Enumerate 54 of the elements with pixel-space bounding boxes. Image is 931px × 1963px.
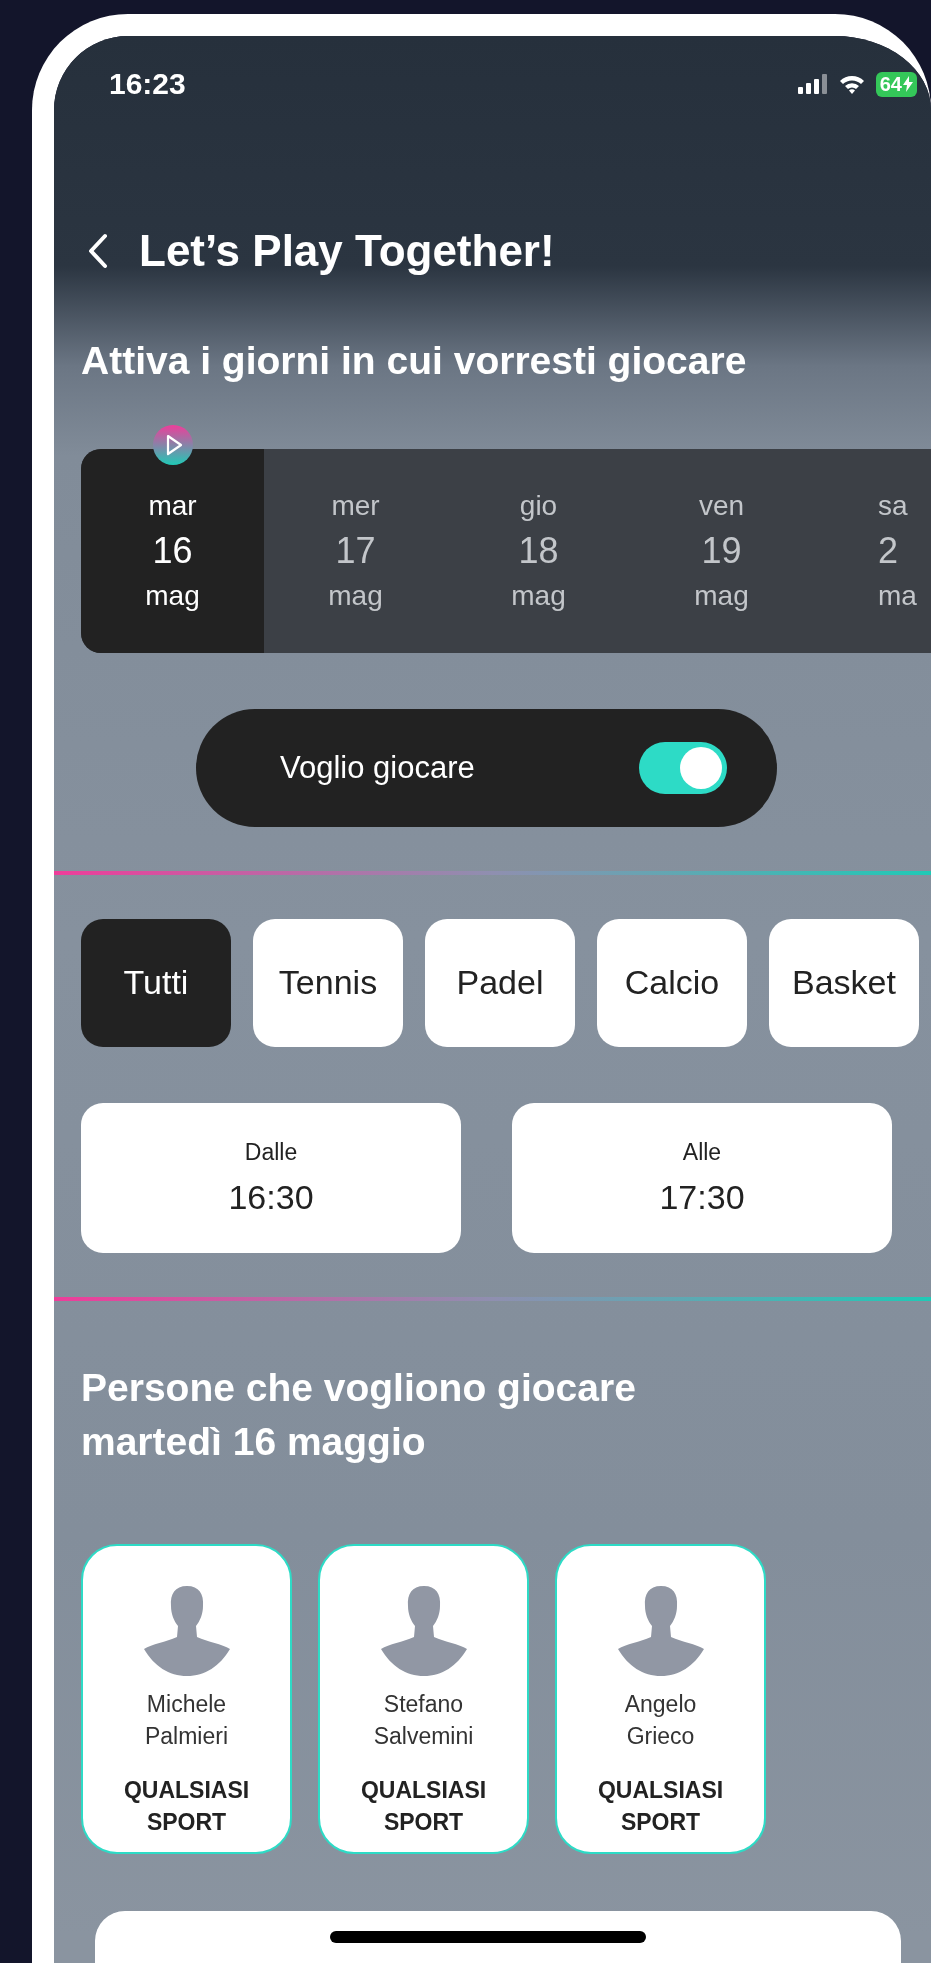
person-name: Angelo Grieco [623,1689,698,1751]
person-sport: QUALSIASI SPORT [122,1776,251,1838]
day-item[interactable]: mer 17 mag [264,448,447,653]
avatar-silhouette-icon [617,1583,704,1676]
toggle-label: Voglio giocare [280,749,475,786]
day-item[interactable]: ven 19 mag [630,448,813,653]
toggle-switch[interactable] [639,741,727,794]
person-name: Michele Palmieri [143,1689,230,1751]
time-picker[interactable]: Dalle 16:30 [81,1102,461,1253]
day-number: 18 [518,529,559,572]
day-number: 19 [701,529,742,572]
time-label: Dalle [244,1138,298,1166]
day-number: 17 [335,529,376,572]
month-label: mag [328,579,383,612]
day-item[interactable]: mar 16 mag [81,448,264,653]
person-sport: QUALSIASI SPORT [359,1776,488,1838]
day-number: 2 [878,529,899,572]
back-button[interactable] [87,233,109,269]
sport-chip[interactable]: Tutti [81,918,231,1047]
section-heading: Persone che vogliono giocare martedì 16 maggio [81,1364,637,1466]
weekday-label: ven [698,489,745,522]
section-heading: Attiva i giorni in cui vorresti giocare [81,338,748,384]
day-item[interactable]: sa 2 ma [813,448,931,653]
day-item[interactable]: gio 18 mag [447,448,630,653]
time-value: 16:30 [228,1177,314,1217]
month-label: ma [878,579,917,612]
person-sport: QUALSIASI SPORT [596,1776,725,1838]
sport-chip[interactable]: Tennis [253,918,403,1047]
time-label: Alle [682,1138,722,1166]
person-card[interactable]: Angelo Grieco QUALSIASI SPORT [555,1543,766,1854]
avatar-silhouette-icon [143,1583,230,1676]
month-label: mag [145,579,200,612]
time-value: 17:30 [659,1177,745,1217]
month-label: mag [694,579,749,612]
bolt-icon [903,76,913,92]
month-label: mag [511,579,566,612]
weekday-label: sa [878,489,908,522]
person-name: Stefano Salvemini [372,1689,475,1751]
person-card[interactable]: Stefano Salvemini QUALSIASI SPORT [318,1543,529,1854]
person-card[interactable]: Michele Palmieri QUALSIASI SPORT [81,1543,292,1854]
weekday-label: mar [148,489,197,522]
avatar-silhouette-icon [380,1583,467,1676]
signal-icon [797,74,828,94]
battery-level: 64 [875,71,917,97]
day-number: 16 [152,529,193,572]
play-icon [153,424,193,465]
screen-title: Let’s Play Together! [139,226,555,276]
weekday-label: gio [519,489,558,522]
weekday-label: mer [331,489,380,522]
time-picker[interactable]: Alle 17:30 [512,1102,892,1253]
sport-chip[interactable]: Basket [769,918,919,1047]
status-time: 16:23 [109,67,186,101]
sport-chip[interactable]: Padel [425,918,575,1047]
sport-chip[interactable]: Calcio [597,918,747,1047]
